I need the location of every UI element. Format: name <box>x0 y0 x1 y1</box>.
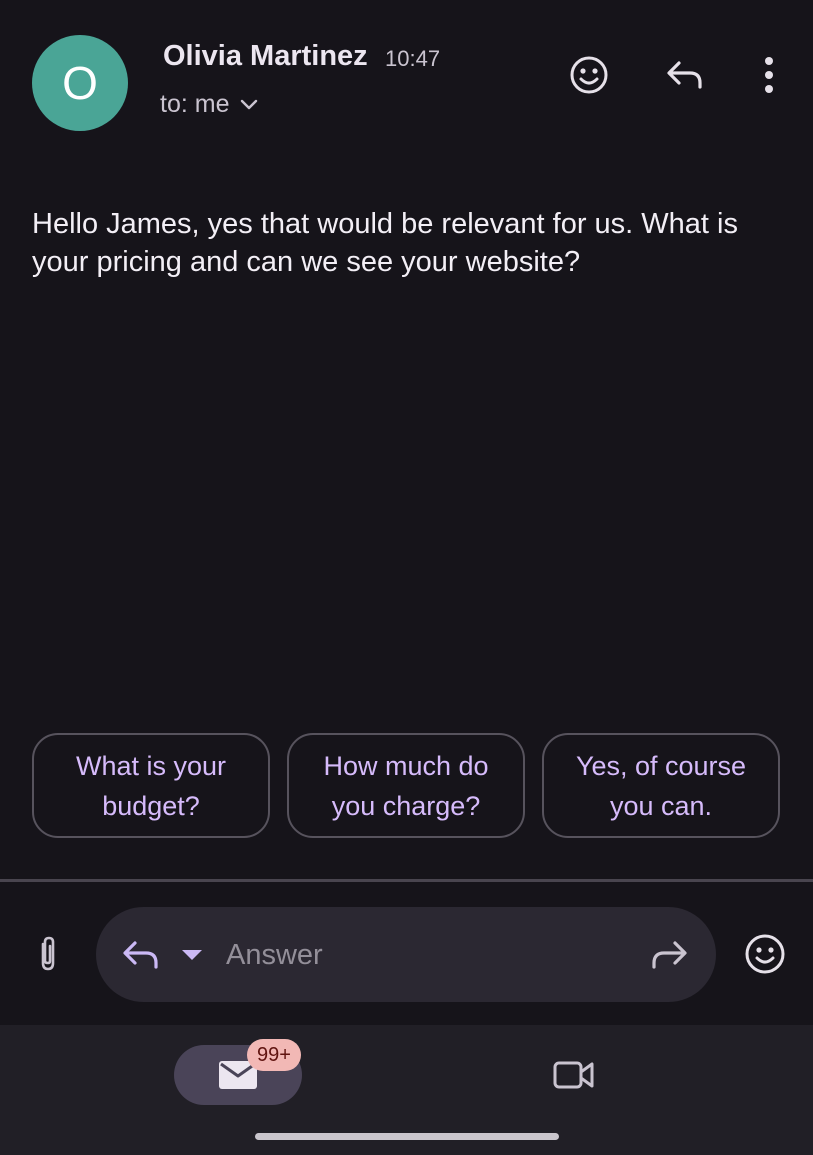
emoji-button[interactable] <box>742 931 788 977</box>
nav-meet-tab[interactable] <box>548 1053 600 1097</box>
dropdown-icon <box>182 950 202 960</box>
avatar-letter: O <box>62 57 98 109</box>
forward-button[interactable] <box>648 935 692 975</box>
reply-icon <box>667 61 702 89</box>
more-options-button[interactable] <box>744 50 794 100</box>
home-indicator[interactable] <box>255 1133 559 1140</box>
emoji-icon <box>745 934 785 974</box>
unread-badge: 99+ <box>247 1039 301 1071</box>
recipient-label: to: me <box>160 90 230 118</box>
forward-icon <box>652 941 687 969</box>
recipient-toggle[interactable]: to: me <box>160 90 259 119</box>
reply-mode-button[interactable] <box>120 936 164 974</box>
smart-reply-label: What is your budget? <box>75 750 227 821</box>
message-time: 10:47 <box>385 46 441 71</box>
add-reaction-button[interactable] <box>564 50 614 100</box>
smart-reply-chip[interactable]: What is your budget? <box>32 733 270 838</box>
reply-button[interactable] <box>660 50 710 100</box>
divider <box>0 879 813 882</box>
sender-name: Olivia Martinez <box>163 40 368 72</box>
smart-reply-chip[interactable]: Yes, of course you can. <box>542 733 780 838</box>
smart-reply-label: Yes, of course you can. <box>575 750 747 821</box>
reply-icon <box>123 941 158 969</box>
attach-button[interactable] <box>26 932 70 976</box>
attach-icon <box>41 936 55 971</box>
answer-bar <box>96 907 716 1002</box>
answer-input[interactable] <box>226 929 626 981</box>
email-screen: O Olivia Martinez 10:47 to: me Hello Jam… <box>0 0 813 1155</box>
more-vert-icon <box>765 57 773 93</box>
video-camera-icon <box>553 1061 594 1089</box>
reply-mode-dropdown[interactable] <box>180 945 204 965</box>
chevron-down-icon <box>241 99 258 109</box>
smart-reply-chip[interactable]: How much do you charge? <box>287 733 525 838</box>
nav-mail-tab[interactable]: 99+ <box>174 1039 302 1105</box>
add-reaction-icon <box>570 56 608 94</box>
bottom-nav: 99+ <box>0 1025 813 1155</box>
smart-reply-label: How much do you charge? <box>323 750 489 821</box>
avatar[interactable]: O <box>32 35 128 131</box>
message-body: Hello James, yes that would be relevant … <box>32 208 738 278</box>
